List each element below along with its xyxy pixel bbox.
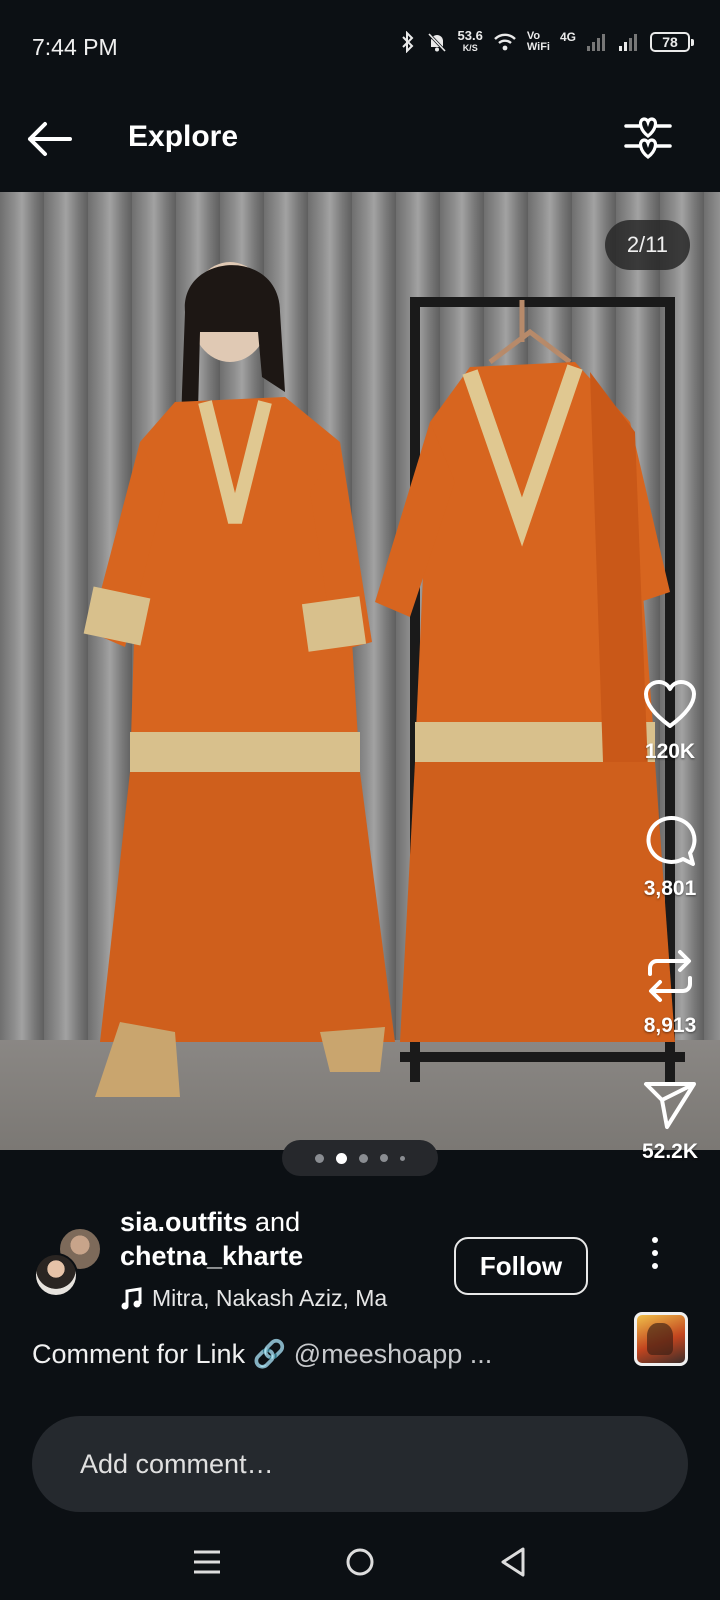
caption-mention[interactable]: @meeshoapp xyxy=(294,1339,463,1369)
dot xyxy=(652,1237,658,1243)
home-circle-icon xyxy=(346,1548,374,1576)
avatar[interactable] xyxy=(34,1253,78,1297)
share-count: 52.2K xyxy=(641,1140,699,1163)
post-author: sia.outfits and chetna_kharte Mitra, Nak… xyxy=(0,1205,720,1315)
back-triangle-icon xyxy=(501,1547,525,1577)
post-image[interactable]: 2/11 xyxy=(0,192,720,1150)
repost-action[interactable]: 8,913 xyxy=(620,948,720,1038)
dot xyxy=(652,1263,658,1269)
menu-icon xyxy=(193,1550,220,1574)
repost-icon[interactable] xyxy=(644,948,696,1004)
like-action[interactable]: 120K xyxy=(620,680,720,764)
filter-heart-icon xyxy=(624,117,672,160)
avatar-stack[interactable] xyxy=(34,1227,102,1297)
page-title: Explore xyxy=(128,120,239,153)
carousel-dot xyxy=(400,1155,405,1161)
comment-input[interactable] xyxy=(80,1448,640,1480)
like-count: 120K xyxy=(644,740,696,763)
post-caption[interactable]: Comment for Link 🔗 @meeshoapp ... xyxy=(32,1338,492,1370)
page-indicator: 2/11 xyxy=(604,220,690,270)
author-name-1[interactable]: sia.outfits xyxy=(120,1207,248,1237)
heart-icon[interactable] xyxy=(643,680,697,730)
carousel-dot xyxy=(359,1153,368,1163)
signal-icon-2 xyxy=(619,34,637,51)
home-button[interactable] xyxy=(330,1532,390,1592)
top-bar: Explore xyxy=(0,92,720,192)
follow-button[interactable]: Follow xyxy=(454,1237,588,1295)
repost-count: 8,913 xyxy=(643,1014,697,1037)
system-nav-bar xyxy=(0,1524,720,1600)
filter-button[interactable] xyxy=(620,110,676,166)
comment-bubble-icon[interactable] xyxy=(643,815,697,867)
carousel-dot xyxy=(315,1153,324,1163)
signal-icon xyxy=(587,34,605,51)
recents-button[interactable] xyxy=(177,1532,237,1592)
music-attribution[interactable]: Mitra, Nakash Aziz, Ma xyxy=(120,1285,390,1312)
carousel-dot xyxy=(380,1154,388,1162)
author-joiner: and xyxy=(255,1207,301,1237)
carousel-dots xyxy=(282,1140,438,1176)
net-speed: 53.6 K/S xyxy=(457,28,483,53)
status-icons: 53.6 K/S Vo WiFi 4G 78 xyxy=(400,28,694,54)
caption-ellipsis: ... xyxy=(469,1339,493,1369)
author-names[interactable]: sia.outfits and chetna_kharte xyxy=(120,1205,303,1273)
comment-bar[interactable] xyxy=(32,1416,688,1512)
dot xyxy=(652,1250,658,1256)
wifi-icon xyxy=(494,33,516,51)
battery-icon: 78 xyxy=(650,32,694,52)
cell-type: 4G xyxy=(559,30,576,44)
status-time: 7:44 PM xyxy=(32,34,118,60)
bluetooth-icon xyxy=(401,31,413,53)
back-arrow-icon xyxy=(28,122,72,156)
back-nav-button[interactable] xyxy=(483,1532,543,1592)
vowifi-label: Vo WiFi xyxy=(526,30,550,53)
carousel-dot-active xyxy=(336,1152,347,1164)
send-icon[interactable] xyxy=(643,1080,697,1130)
author-name-2[interactable]: chetna_kharte xyxy=(120,1241,303,1271)
comment-action[interactable]: 3,801 xyxy=(620,815,720,901)
music-note-icon xyxy=(121,1286,142,1309)
status-bar: 7:44 PM 53.6 K/S Vo WiFi 4G 78 xyxy=(0,0,720,92)
back-button[interactable] xyxy=(22,112,76,166)
caption-text: Comment for Link 🔗 xyxy=(32,1339,287,1369)
share-action[interactable]: 52.2K xyxy=(620,1080,720,1164)
more-options-button[interactable] xyxy=(640,1233,670,1273)
music-text: Mitra, Nakash Aziz, Ma xyxy=(152,1285,388,1311)
garment-illustration xyxy=(83,262,685,1097)
comment-count: 3,801 xyxy=(643,877,697,900)
audio-thumbnail[interactable] xyxy=(634,1312,688,1366)
mute-bell-icon xyxy=(427,32,446,53)
